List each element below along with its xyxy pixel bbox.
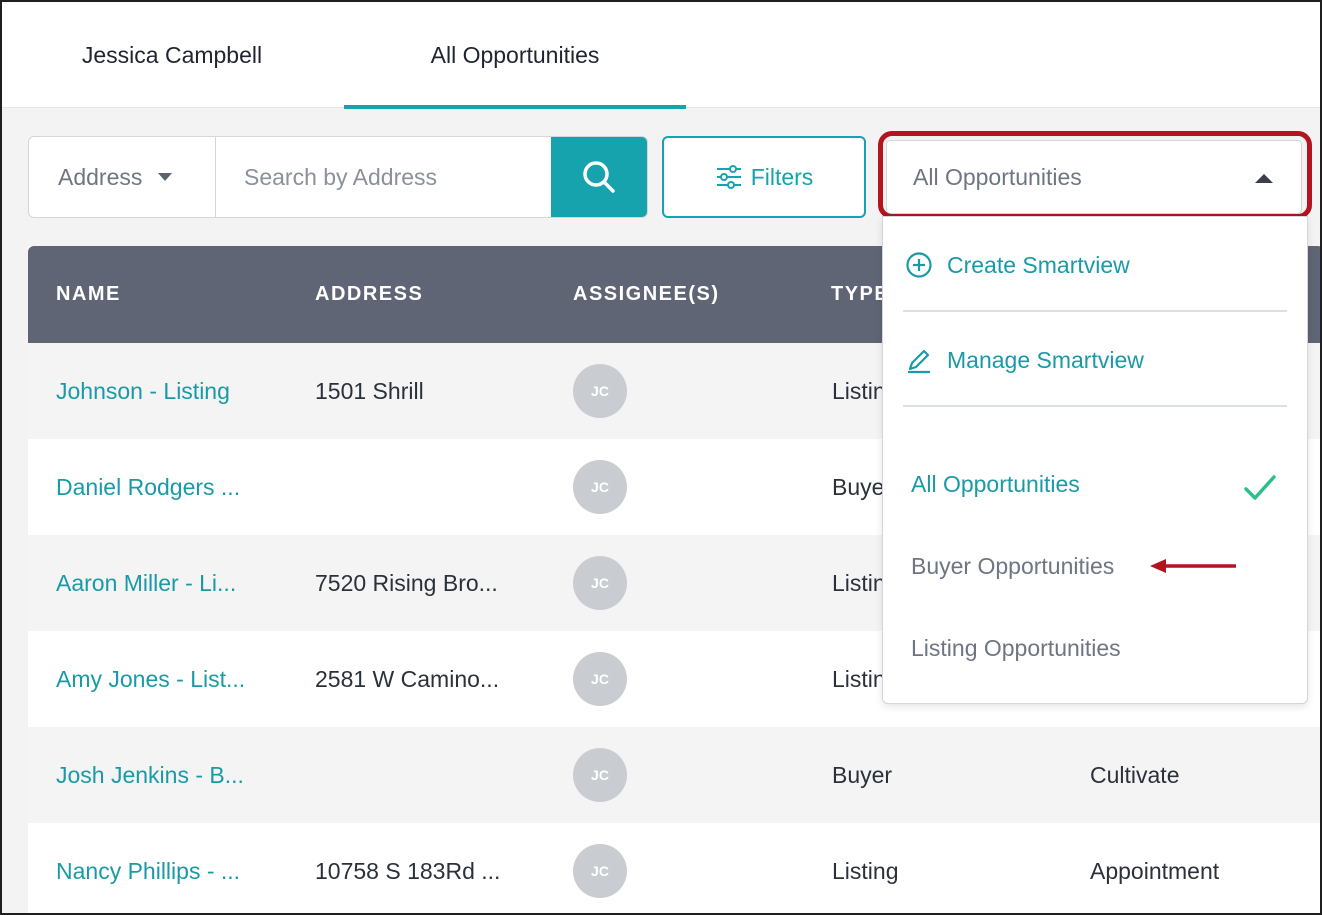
search-type-dropdown[interactable]: Address (29, 137, 216, 217)
row-stage: Cultivate (1090, 761, 1180, 788)
sliders-icon (716, 165, 741, 189)
annotation-arrow-icon (1150, 559, 1236, 573)
column-header-assignees[interactable]: ASSIGNEE(S) (573, 246, 720, 343)
row-name-link[interactable]: Amy Jones - List... (56, 631, 245, 727)
row-name-link[interactable]: Aaron Miller - Li... (56, 535, 236, 631)
menu-divider (903, 310, 1287, 312)
app-frame: Jessica Campbell All Opportunities Addre… (0, 0, 1322, 915)
chevron-down-icon (158, 173, 173, 181)
avatar: JC (573, 748, 627, 802)
row-name-link[interactable]: Johnson - Listing (56, 343, 230, 439)
option-all-opportunities[interactable]: All Opportunities (911, 471, 1080, 498)
tab-jessica-campbell[interactable]: Jessica Campbell (42, 2, 302, 108)
avatar: JC (573, 556, 627, 610)
option-buyer-opportunities[interactable]: Buyer Opportunities (911, 553, 1114, 580)
row-type: Buyer (832, 761, 893, 788)
avatar: JC (573, 460, 627, 514)
row-stage: Appointment (1090, 857, 1220, 884)
smartview-menu: Create Smartview Manage Smartview All Op… (882, 216, 1308, 704)
tab-bar: Jessica Campbell All Opportunities (2, 2, 1320, 109)
search-button[interactable] (551, 137, 647, 217)
avatar: JC (573, 844, 627, 898)
filters-button[interactable]: Filters (662, 136, 866, 218)
row-name-link[interactable]: Josh Jenkins - B... (56, 727, 244, 823)
option-listing-opportunities[interactable]: Listing Opportunities (911, 635, 1121, 662)
column-header-address[interactable]: ADDRESS (315, 246, 423, 343)
manage-smartview-label: Manage Smartview (947, 346, 1144, 373)
search-type-label: Address (58, 163, 143, 190)
plus-circle-icon (906, 252, 932, 278)
create-smartview-button[interactable]: Create Smartview (905, 251, 1130, 279)
avatar: JC (573, 652, 627, 706)
checkmark-icon (1244, 475, 1276, 500)
tab-all-opportunities[interactable]: All Opportunities (344, 2, 686, 109)
menu-divider (903, 405, 1287, 407)
row-address: 1501 Shrill (315, 377, 424, 404)
row-address: 10758 S 183Rd ... (315, 857, 501, 884)
column-header-type[interactable]: TYPE (831, 246, 889, 343)
row-address: 2581 W Camino... (315, 665, 500, 692)
table-row[interactable]: Nancy Phillips - ... 10758 S 183Rd ... J… (28, 823, 1320, 913)
table-row[interactable]: Josh Jenkins - B... JC Buyer Cultivate (28, 727, 1320, 823)
chevron-up-icon (1255, 174, 1273, 183)
smartview-selected-label: All Opportunities (913, 163, 1082, 190)
smartview-select[interactable]: All Opportunities (886, 140, 1302, 214)
search-group: Address (28, 136, 648, 218)
filters-label: Filters (750, 163, 814, 190)
row-address: 7520 Rising Bro... (315, 569, 498, 596)
column-header-name[interactable]: NAME (56, 246, 121, 343)
avatar: JC (573, 364, 627, 418)
manage-smartview-button[interactable]: Manage Smartview (905, 346, 1144, 374)
search-icon (583, 161, 615, 193)
create-smartview-label: Create Smartview (947, 251, 1130, 278)
pencil-icon (908, 349, 930, 374)
row-type: Listing (832, 857, 899, 884)
row-name-link[interactable]: Daniel Rodgers ... (56, 439, 240, 535)
row-name-link[interactable]: Nancy Phillips - ... (56, 823, 240, 913)
search-input[interactable] (216, 137, 551, 217)
